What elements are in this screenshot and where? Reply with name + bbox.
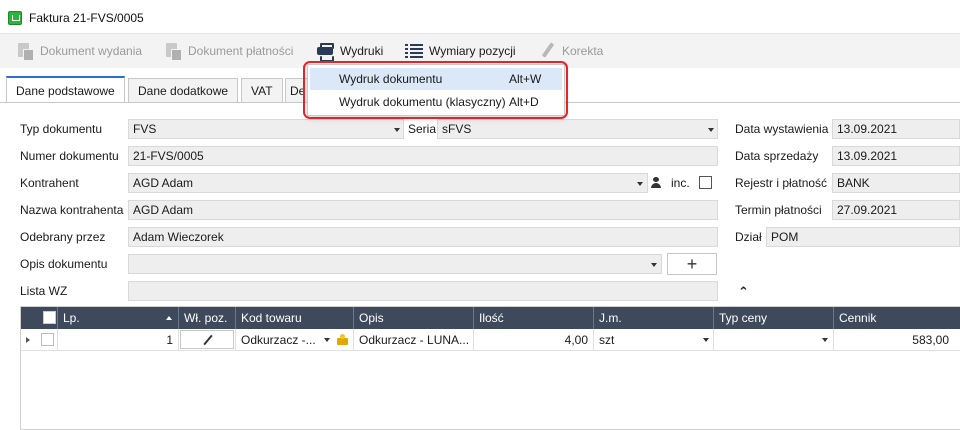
menu-item-label: Wydruk dokumentu (klasyczny) xyxy=(339,95,506,109)
opis-dokumentu-select[interactable] xyxy=(128,254,662,274)
typ-dokumentu-select[interactable]: FVS xyxy=(128,119,404,139)
seria-value: sFVS xyxy=(442,122,472,136)
tab-dane-podstawowe[interactable]: Dane podstawowe xyxy=(6,76,125,103)
chevron-down-icon xyxy=(394,128,400,132)
cell-kod-towaru[interactable]: Odkurzacz -... xyxy=(235,329,353,351)
wymiary-pozycji-label: Wymiary pozycji xyxy=(429,44,516,58)
document-icon xyxy=(16,42,34,61)
header-jm[interactable]: J.m. xyxy=(593,307,713,329)
list-icon xyxy=(405,42,423,60)
opis-dokumentu-label: Opis dokumentu xyxy=(20,257,108,271)
korekta-button[interactable]: Korekta xyxy=(538,41,603,61)
cell-cennik[interactable]: 583,00 xyxy=(833,329,954,351)
korekta-label: Korekta xyxy=(562,44,604,58)
person-icon[interactable] xyxy=(651,177,661,188)
table-row[interactable]: 1 Odkurzacz -... Odkurzacz - LUNA... 4,0… xyxy=(21,329,960,351)
chevron-down-icon xyxy=(651,263,657,267)
edit-position-button[interactable] xyxy=(180,330,234,349)
kontrahent-select[interactable]: AGD Adam xyxy=(128,173,648,193)
header-ilosc[interactable]: Ilość xyxy=(473,307,593,329)
document-payment-icon xyxy=(164,42,182,61)
header-wl-poz[interactable]: Wł. poz. xyxy=(178,307,235,329)
wydruki-label: Wydruki xyxy=(340,44,384,58)
menu-item-label: Wydruk dokumentu xyxy=(339,72,443,86)
chevron-down-icon xyxy=(703,338,709,342)
header-opis[interactable]: Opis xyxy=(353,307,473,329)
cell-ilosc[interactable]: 4,00 xyxy=(473,329,593,351)
data-sprzedazy-label: Data sprzedaży xyxy=(735,149,819,163)
printer-icon xyxy=(316,42,334,60)
grid-header: Lp. Wł. poz. Kod towaru Opis Ilość J.m. … xyxy=(21,307,960,329)
window-title: Faktura 21-FVS/0005 xyxy=(29,11,144,25)
row-checkbox[interactable] xyxy=(41,333,54,346)
nazwa-kontrahenta-field[interactable]: AGD Adam xyxy=(128,200,718,220)
header-cennik[interactable]: Cennik xyxy=(833,307,954,329)
dokument-wydania-button[interactable]: Dokument wydania xyxy=(16,41,142,61)
menu-item-shortcut: Alt+W xyxy=(509,72,542,86)
select-all-checkbox[interactable] xyxy=(43,311,56,324)
basket-icon xyxy=(8,11,22,25)
menu-item-shortcut: Alt+D xyxy=(509,95,539,109)
seria-label: Seria xyxy=(408,122,437,136)
dokument-wydania-label: Dokument wydania xyxy=(40,44,143,58)
data-wystawienia-field[interactable]: 13.09.2021 xyxy=(832,119,960,139)
rejestr-platnosc-field[interactable]: BANK xyxy=(832,173,960,193)
row-indicator-icon xyxy=(26,337,30,343)
nazwa-kontrahenta-label: Nazwa kontrahenta xyxy=(20,203,124,217)
coins-icon xyxy=(337,334,348,345)
numer-dokumentu-label: Numer dokumentu xyxy=(20,149,119,163)
add-button[interactable]: + xyxy=(667,253,717,275)
header-lp-label: Lp. xyxy=(63,311,80,325)
tab-vat[interactable]: VAT xyxy=(241,78,283,103)
collapse-up-icon[interactable]: ⌃ xyxy=(738,284,749,300)
header-lp[interactable]: Lp. xyxy=(57,307,178,329)
cell-jm[interactable]: szt xyxy=(593,329,713,351)
typ-dokumentu-label: Typ dokumentu xyxy=(20,122,103,136)
dokument-platnosci-label: Dokument płatności xyxy=(188,44,294,58)
dzial-field[interactable]: POM xyxy=(766,227,960,247)
odebrany-przez-field[interactable]: Adam Wieczorek xyxy=(128,227,718,247)
rejestr-platnosc-label: Rejestr i płatność xyxy=(735,176,828,190)
termin-platnosci-label: Termin płatności xyxy=(735,203,822,217)
cell-lp: 1 xyxy=(57,329,178,351)
wymiary-pozycji-button[interactable]: Wymiary pozycji xyxy=(405,41,516,61)
title-bar: Faktura 21-FVS/0005 xyxy=(0,0,960,34)
toolbar: Dokument wydania Dokument płatności Wydr… xyxy=(0,34,960,68)
dokument-platnosci-button[interactable]: Dokument płatności xyxy=(164,41,293,61)
odebrany-przez-label: Odebrany przez xyxy=(20,230,106,244)
lista-wz-label: Lista WZ xyxy=(20,284,68,298)
menu-item-wydruk-klasyczny[interactable]: Wydruk dokumentu (klasyczny) Alt+D xyxy=(310,91,562,113)
positions-grid: Lp. Wł. poz. Kod towaru Opis Ilość J.m. … xyxy=(20,306,960,430)
termin-platnosci-field[interactable]: 27.09.2021 xyxy=(832,200,960,220)
cell-typ-ceny[interactable] xyxy=(713,329,833,351)
print-menu: Wydruk dokumentu Alt+W Wydruk dokumentu … xyxy=(307,64,565,116)
seria-select[interactable]: sFVS xyxy=(437,119,718,139)
cell-kod-towaru-value: Odkurzacz -... xyxy=(241,333,316,347)
numer-dokumentu-field[interactable]: 21-FVS/0005 xyxy=(128,146,718,166)
chevron-down-icon xyxy=(822,338,828,342)
data-sprzedazy-field[interactable]: 13.09.2021 xyxy=(832,146,960,166)
wydruki-button[interactable]: Wydruki xyxy=(316,41,383,61)
menu-item-wydruk-dokumentu[interactable]: Wydruk dokumentu Alt+W xyxy=(310,68,562,90)
cell-opis: Odkurzacz - LUNA... xyxy=(353,329,473,351)
typ-dokumentu-value: FVS xyxy=(133,122,157,136)
pencil-icon xyxy=(538,42,556,60)
header-kod-towaru[interactable]: Kod towaru xyxy=(235,307,353,329)
chevron-down-icon xyxy=(708,128,714,132)
sort-ascending-icon xyxy=(166,316,172,320)
chevron-down-icon xyxy=(637,182,643,186)
dzial-label: Dział xyxy=(735,230,762,244)
kontrahent-value: AGD Adam xyxy=(133,176,194,190)
chevron-down-icon xyxy=(324,338,330,342)
header-typ-ceny[interactable]: Typ ceny xyxy=(713,307,833,329)
kontrahent-label: Kontrahent xyxy=(20,176,79,190)
inc-checkbox[interactable] xyxy=(699,176,712,189)
cell-jm-value: szt xyxy=(599,333,615,347)
tab-dane-dodatkowe[interactable]: Dane dodatkowe xyxy=(128,78,239,103)
data-wystawienia-label: Data wystawienia xyxy=(735,122,829,136)
lista-wz-field[interactable] xyxy=(128,281,718,301)
inc-label: inc. xyxy=(671,176,690,190)
